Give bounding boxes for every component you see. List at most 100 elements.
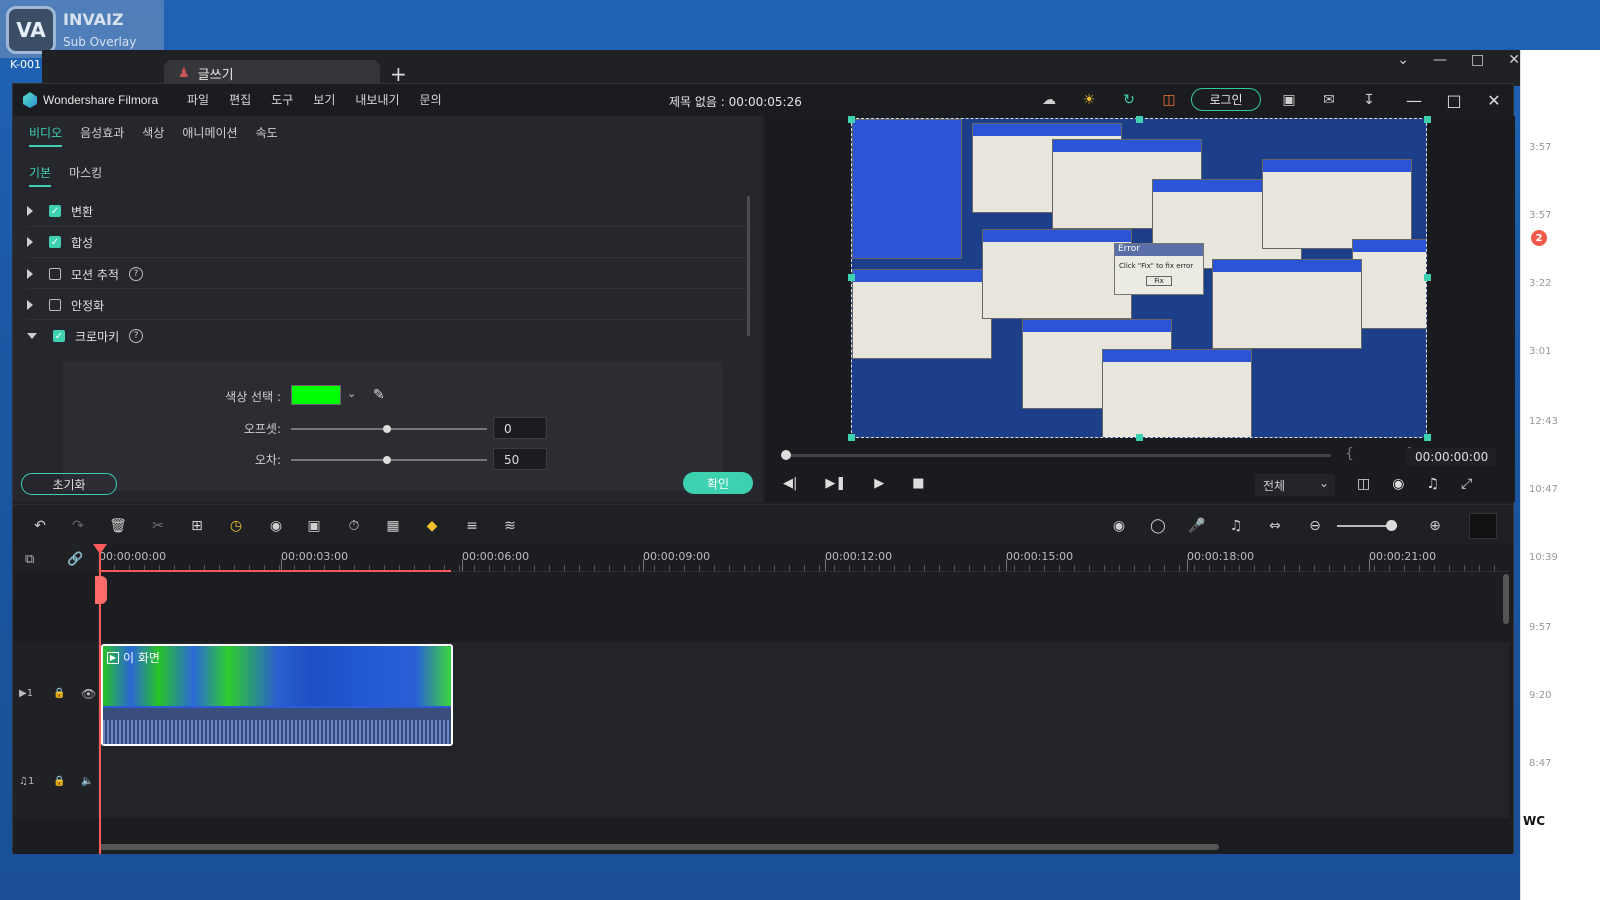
resize-handle[interactable] bbox=[1136, 434, 1143, 441]
empty-track[interactable] bbox=[99, 572, 1509, 642]
resize-handle[interactable] bbox=[1424, 434, 1431, 441]
snapshot-icon[interactable]: ◉ bbox=[1392, 476, 1404, 492]
menu-export[interactable]: 내보내기 bbox=[355, 91, 399, 108]
color-swatch[interactable] bbox=[291, 385, 341, 405]
zoom-slider-thumb[interactable] bbox=[1386, 520, 1397, 531]
zoom-fit-icon[interactable]: ▦ bbox=[384, 517, 402, 535]
menu-help[interactable]: 문의 bbox=[420, 91, 442, 108]
audio-track[interactable] bbox=[99, 748, 1509, 818]
tab-color[interactable]: 색상 bbox=[142, 124, 164, 147]
prop-compositing[interactable]: ✓ 합성 bbox=[27, 232, 93, 252]
menu-view[interactable]: 보기 bbox=[313, 91, 335, 108]
play-pause-icon[interactable]: ▶❚ bbox=[825, 476, 846, 491]
stabilization-checkbox[interactable] bbox=[49, 299, 61, 311]
offset-slider-thumb[interactable] bbox=[383, 425, 391, 433]
maximize-icon[interactable]: □ bbox=[1439, 88, 1469, 112]
collapse-arrow-icon[interactable] bbox=[27, 333, 37, 339]
green-screen-icon[interactable]: ▣ bbox=[305, 517, 323, 535]
speaker-icon[interactable]: 🔈 bbox=[81, 776, 93, 787]
cut-icon[interactable]: ✂ bbox=[149, 517, 167, 535]
login-button[interactable]: 로그인 bbox=[1191, 88, 1261, 111]
expand-arrow-icon[interactable] bbox=[27, 269, 33, 279]
playhead-knob[interactable] bbox=[95, 576, 107, 604]
fullscreen-icon[interactable]: ⤢ bbox=[1461, 476, 1472, 492]
prev-frame-icon[interactable]: ◀| bbox=[783, 476, 797, 491]
expand-arrow-icon[interactable] bbox=[27, 206, 33, 216]
resize-handle[interactable] bbox=[1424, 116, 1431, 123]
zoom-out-icon[interactable]: ⊖ bbox=[1306, 517, 1324, 535]
subtab-basic[interactable]: 기본 bbox=[29, 164, 52, 187]
duration-icon[interactable]: ⏱ bbox=[345, 517, 363, 535]
marker-icon[interactable]: ◯ bbox=[1149, 517, 1167, 535]
help-icon[interactable]: ? bbox=[128, 267, 143, 281]
prop-motion-tracking[interactable]: 모션 추적 ? bbox=[27, 264, 143, 284]
eye-icon[interactable]: 👁 bbox=[81, 687, 96, 701]
expand-arrow-icon[interactable] bbox=[27, 237, 33, 247]
resize-handle[interactable] bbox=[848, 274, 855, 281]
snap-icon[interactable]: ⇔ bbox=[1266, 517, 1284, 535]
microphone-icon[interactable]: 🎤 bbox=[1188, 517, 1206, 535]
tab-speed[interactable]: 속도 bbox=[256, 124, 278, 147]
preview-quality-select[interactable]: 전체 ⌄ bbox=[1255, 474, 1335, 496]
motion-tracking-checkbox[interactable] bbox=[49, 268, 61, 280]
chevron-down-icon[interactable]: ⌄ bbox=[347, 387, 356, 400]
help-icon[interactable]: ? bbox=[129, 329, 144, 343]
expand-arrow-icon[interactable] bbox=[27, 300, 33, 310]
prop-transform[interactable]: ✓ 변환 bbox=[27, 201, 93, 221]
minimize-icon[interactable]: — bbox=[1399, 88, 1429, 112]
compositing-checkbox[interactable]: ✓ bbox=[49, 236, 61, 248]
keyframe-icon[interactable]: ◆ bbox=[423, 517, 441, 535]
maximize-icon[interactable]: □ bbox=[1471, 52, 1484, 68]
minimize-icon[interactable]: — bbox=[1433, 52, 1447, 68]
audio-wave-icon[interactable]: ≋ bbox=[501, 517, 519, 535]
preview-progress-bar[interactable] bbox=[783, 454, 1331, 457]
tab-audio-effects[interactable]: 음성효과 bbox=[80, 124, 124, 147]
reset-button[interactable]: 초기화 bbox=[21, 473, 117, 495]
transform-checkbox[interactable]: ✓ bbox=[49, 205, 61, 217]
offset-input[interactable]: 0 bbox=[493, 417, 547, 439]
subtab-masking[interactable]: 마스킹 bbox=[69, 164, 102, 187]
chroma-key-checkbox[interactable]: ✓ bbox=[53, 330, 65, 342]
prop-chroma-key[interactable]: ✓ 크로마키 ? bbox=[27, 326, 144, 346]
ok-button[interactable]: 확인 bbox=[683, 472, 753, 494]
stop-icon[interactable]: ■ bbox=[912, 476, 924, 491]
preview-video[interactable]: Error Click "Fix" to fix error Fix bbox=[851, 118, 1427, 438]
add-track-icon[interactable]: ⧉ bbox=[25, 552, 34, 567]
menu-file[interactable]: 파일 bbox=[187, 91, 209, 108]
link-icon[interactable]: 🔗 bbox=[67, 552, 83, 567]
tab-animation[interactable]: 애니메이션 bbox=[182, 124, 237, 147]
tolerance-input[interactable]: 50 bbox=[493, 448, 547, 470]
undo-icon[interactable]: ↶ bbox=[31, 517, 49, 535]
color-icon[interactable]: ◉ bbox=[267, 517, 285, 535]
mail-icon[interactable]: ✉ bbox=[1319, 90, 1339, 110]
timeline-ruler[interactable]: 00:00:00:00 00:00:03:00 00:00:06:00 00:0… bbox=[99, 544, 1509, 572]
adjust-icon[interactable]: ≡ bbox=[463, 517, 481, 535]
resize-handle[interactable] bbox=[848, 116, 855, 123]
speed-icon[interactable]: ◷ bbox=[227, 517, 245, 535]
properties-scrollbar[interactable] bbox=[747, 196, 750, 336]
audio-mixer-icon[interactable]: ♫ bbox=[1227, 517, 1245, 535]
resize-handle[interactable] bbox=[1136, 116, 1143, 123]
preview-progress-thumb[interactable] bbox=[781, 450, 791, 460]
zoom-in-icon[interactable]: ⊕ bbox=[1426, 517, 1444, 535]
resize-handle[interactable] bbox=[1424, 274, 1431, 281]
save-icon[interactable]: ▣ bbox=[1279, 90, 1299, 110]
download-icon[interactable]: ↧ bbox=[1359, 90, 1379, 110]
support-icon[interactable]: ↻ bbox=[1119, 90, 1139, 110]
prop-stabilization[interactable]: 안정화 bbox=[27, 295, 104, 315]
close-icon[interactable]: ✕ bbox=[1508, 52, 1520, 68]
cart-icon[interactable]: ◫ bbox=[1159, 90, 1179, 110]
delete-icon[interactable]: 🗑 bbox=[109, 517, 127, 535]
lightbulb-icon[interactable]: ☀ bbox=[1079, 90, 1099, 110]
redo-icon[interactable]: ↷ bbox=[69, 517, 87, 535]
resize-handle[interactable] bbox=[848, 434, 855, 441]
chevron-down-icon[interactable]: ⌄ bbox=[1397, 52, 1409, 68]
menu-tools[interactable]: 도구 bbox=[271, 91, 293, 108]
cloud-icon[interactable]: ☁ bbox=[1039, 90, 1059, 110]
menu-edit[interactable]: 편집 bbox=[229, 91, 251, 108]
close-icon[interactable]: ✕ bbox=[1479, 88, 1509, 112]
lock-icon[interactable]: 🔒 bbox=[53, 776, 65, 787]
tolerance-slider-thumb[interactable] bbox=[383, 456, 391, 464]
layout-toggle-icon[interactable] bbox=[1469, 513, 1497, 539]
render-icon[interactable]: ◉ bbox=[1110, 517, 1128, 535]
